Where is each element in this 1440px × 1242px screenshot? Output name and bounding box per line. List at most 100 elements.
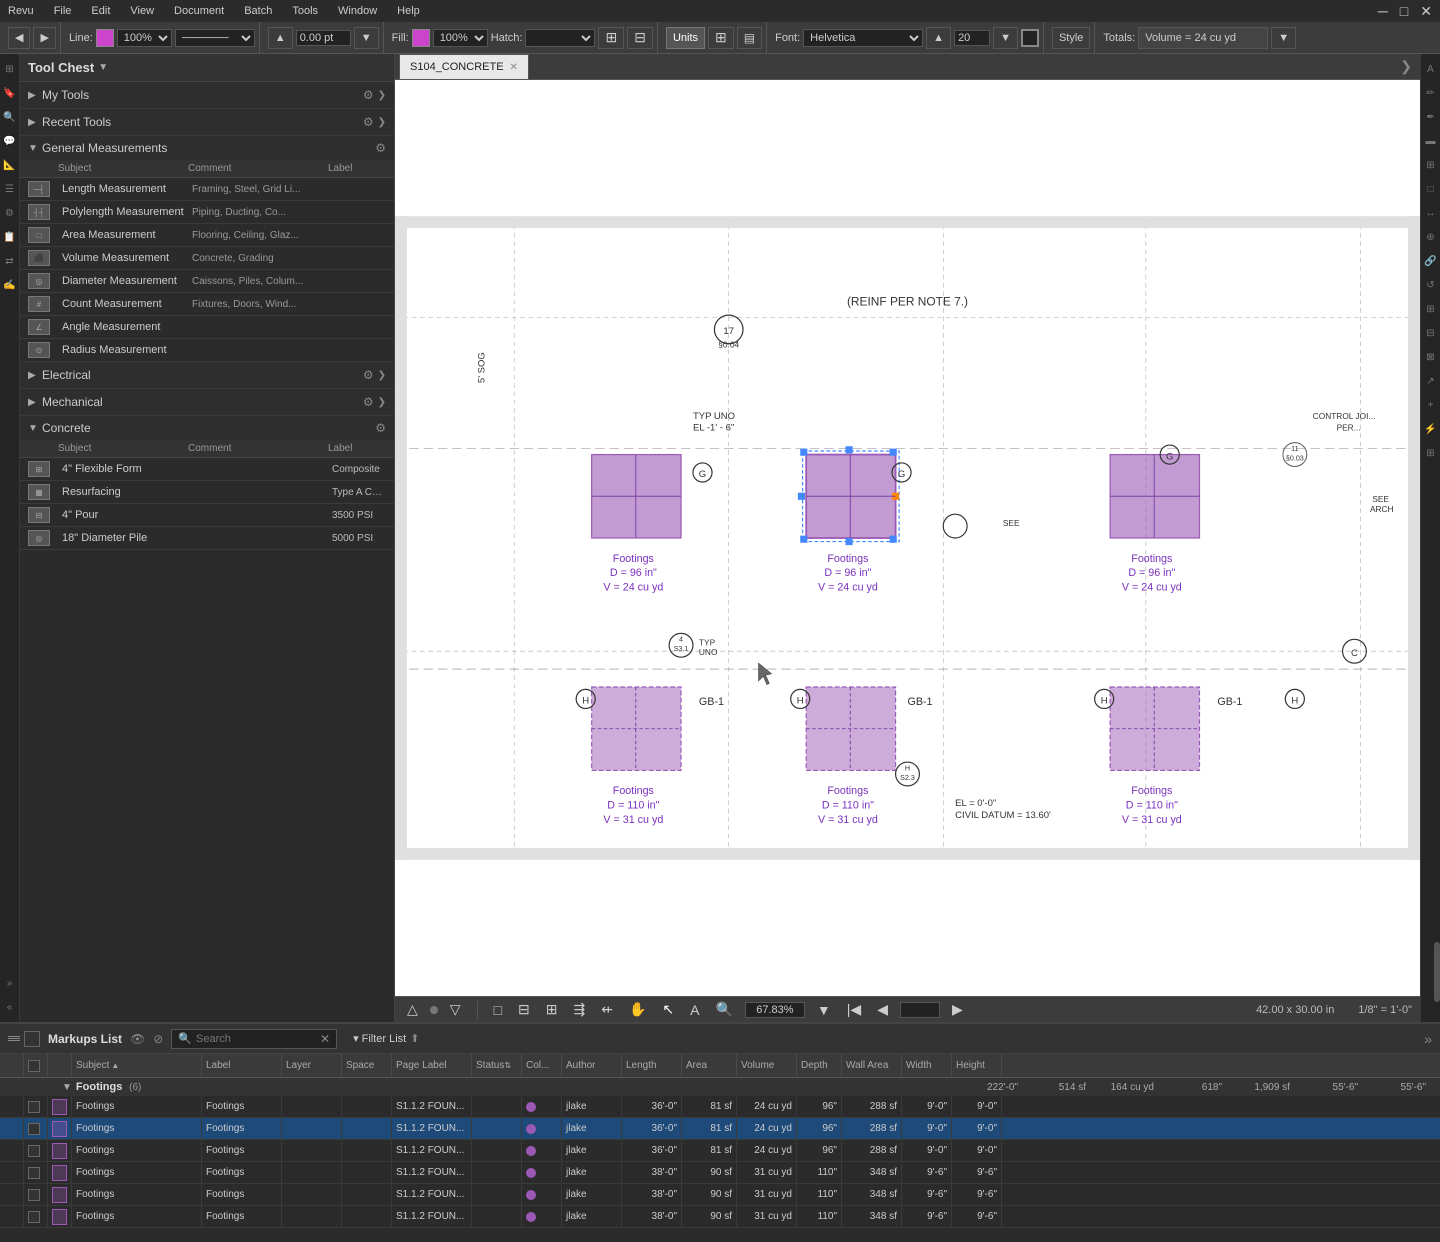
- expand-panel-icon-2[interactable]: «: [1, 998, 19, 1016]
- hamburger-icon[interactable]: [8, 1036, 20, 1041]
- header-checkbox[interactable]: [28, 1060, 40, 1072]
- fill-color-swatch[interactable]: [412, 29, 430, 47]
- concrete-tool-row-0[interactable]: ⊞ 4" Flexible Form Composite: [20, 458, 394, 481]
- select-btn[interactable]: ↖: [658, 999, 678, 1020]
- tab-close-btn[interactable]: ✕: [510, 62, 518, 73]
- concrete-tool-row-2[interactable]: ⊟ 4" Pour 3500 PSI: [20, 504, 394, 527]
- font-size-input[interactable]: [954, 30, 990, 46]
- tool-row-3[interactable]: ⬛ Volume Measurement Concrete, Grading: [20, 247, 394, 270]
- font-color-swatch[interactable]: [1021, 29, 1039, 47]
- menu-revu[interactable]: Revu: [4, 3, 38, 19]
- footing-row-0[interactable]: Footings Footings S1.1.2 FOUN... jlake 3…: [0, 1096, 1440, 1118]
- footing-row-4[interactable]: Footings Footings S1.1.2 FOUN... jlake 3…: [0, 1184, 1440, 1206]
- menu-file[interactable]: File: [50, 3, 76, 19]
- text-select-btn[interactable]: A: [686, 1000, 703, 1020]
- col-header-layer[interactable]: Layer: [282, 1054, 342, 1077]
- prev-page-btn[interactable]: |◀: [843, 999, 865, 1020]
- tab-overflow-btn[interactable]: ❯: [1400, 58, 1420, 75]
- menu-tools[interactable]: Tools: [288, 3, 322, 19]
- general-gear-icon[interactable]: ⚙: [375, 141, 386, 155]
- right-icon-link[interactable]: 🔗: [1422, 252, 1440, 270]
- filter-list-btn[interactable]: ▾ Filter List: [353, 1032, 406, 1045]
- next-btn[interactable]: ▶: [948, 999, 967, 1020]
- menu-batch[interactable]: Batch: [240, 3, 276, 19]
- drawing-canvas[interactable]: 5' SOG (REINF PER NOTE 7.) TYP UNO EL -1…: [395, 80, 1420, 996]
- expand-panel-icon[interactable]: »: [1, 974, 19, 992]
- footing-row-1[interactable]: Footings Footings S1.1.2 FOUN... jlake 3…: [0, 1118, 1440, 1140]
- row-check-1[interactable]: [24, 1118, 48, 1139]
- recent-tools-gear-icon[interactable]: ⚙: [363, 115, 374, 129]
- mechanical-section[interactable]: ▶ Mechanical ⚙ ❯: [20, 389, 394, 416]
- tool-row-4[interactable]: ◎ Diameter Measurement Caissons, Piles, …: [20, 270, 394, 293]
- menu-document[interactable]: Document: [170, 3, 228, 19]
- tool-row-6[interactable]: ∠ Angle Measurement: [20, 316, 394, 339]
- stroke-input[interactable]: [296, 30, 351, 46]
- bookmarks-icon[interactable]: 🔖: [1, 84, 19, 102]
- stroke-down[interactable]: ▼: [354, 27, 379, 49]
- right-icon-stamp[interactable]: ⊞: [1422, 156, 1440, 174]
- line-color-swatch[interactable]: [96, 29, 114, 47]
- menu-edit[interactable]: Edit: [87, 3, 114, 19]
- line-style-select[interactable]: ──────: [175, 29, 255, 47]
- my-tools-section[interactable]: ▶ My Tools ⚙ ❯: [20, 82, 394, 109]
- markups-search-clear[interactable]: ✕: [320, 1032, 330, 1046]
- forward-btn[interactable]: ▶: [33, 27, 55, 49]
- right-icon-plus[interactable]: +: [1422, 396, 1440, 414]
- rect-view-btn[interactable]: □: [490, 1000, 506, 1020]
- pan-btn[interactable]: ✋: [625, 999, 650, 1020]
- markups-grid-icon[interactable]: [24, 1031, 40, 1047]
- electrical-gear-icon[interactable]: ⚙: [363, 368, 374, 382]
- col-header-subject[interactable]: Subject ▲: [72, 1054, 202, 1077]
- maximize-btn[interactable]: □: [1396, 1, 1412, 22]
- search-doc-icon[interactable]: 🔍: [1, 108, 19, 126]
- measure-icon[interactable]: 📐: [1, 156, 19, 174]
- properties-icon[interactable]: ⚙: [1, 204, 19, 222]
- right-icon-ruler[interactable]: ⊠: [1422, 348, 1440, 366]
- footings-group-header[interactable]: ▼ Footings (6) 222'-0" 514 sf 164 cu yd …: [0, 1078, 1440, 1096]
- row-check-4[interactable]: [24, 1184, 48, 1205]
- tool-row-1[interactable]: ┤┤ Polylength Measurement Piping, Ductin…: [20, 201, 394, 224]
- col-header-page[interactable]: Page Label: [392, 1054, 472, 1077]
- concrete-gear-icon[interactable]: ⚙: [375, 421, 386, 435]
- row-check-3[interactable]: [24, 1162, 48, 1183]
- right-icon-snap[interactable]: ⊕: [1422, 228, 1440, 246]
- page-input[interactable]: [900, 1002, 940, 1018]
- right-icon-highlight[interactable]: ▬: [1422, 132, 1440, 150]
- concrete-section[interactable]: ▼ Concrete ⚙: [20, 416, 394, 440]
- minimize-btn[interactable]: ─: [1374, 1, 1392, 22]
- form-icon[interactable]: 📋: [1, 228, 19, 246]
- col-header-width[interactable]: Width: [902, 1054, 952, 1077]
- right-icon-flash[interactable]: ⚡: [1422, 420, 1440, 438]
- menu-help[interactable]: Help: [393, 3, 424, 19]
- triangle-down-btn[interactable]: ▽: [446, 999, 465, 1020]
- line-width-select[interactable]: 100%: [117, 29, 172, 47]
- tab-s104-concrete[interactable]: S104_CONCRETE ✕: [399, 54, 529, 79]
- units-btn[interactable]: Units: [666, 27, 705, 49]
- markups-search-input[interactable]: [196, 1033, 316, 1045]
- markups-visibility-icon[interactable]: 👁: [130, 1032, 145, 1046]
- snap-btn[interactable]: ▤: [737, 27, 762, 49]
- fill-pct-select[interactable]: 100%: [433, 29, 488, 47]
- right-icon-1[interactable]: A: [1422, 60, 1440, 78]
- tool-row-7[interactable]: ⊙ Radius Measurement: [20, 339, 394, 362]
- col-header-color[interactable]: Col...: [522, 1054, 562, 1077]
- style-btn[interactable]: Style: [1052, 27, 1090, 49]
- row-check-2[interactable]: [24, 1140, 48, 1161]
- hatch-select[interactable]: [525, 29, 595, 47]
- layers-icon[interactable]: ☰: [1, 180, 19, 198]
- footing-row-2[interactable]: Footings Footings S1.1.2 FOUN... jlake 3…: [0, 1140, 1440, 1162]
- right-icon-copy[interactable]: ⊞: [1422, 444, 1440, 462]
- right-icon-pen2[interactable]: ✒: [1422, 108, 1440, 126]
- menu-window[interactable]: Window: [334, 3, 381, 19]
- right-icon-grid[interactable]: ⊟: [1422, 324, 1440, 342]
- zoom-icon-btn[interactable]: 🔍: [711, 999, 736, 1020]
- menu-view[interactable]: View: [126, 3, 158, 19]
- split-view-btn[interactable]: ⊟: [514, 999, 534, 1020]
- tool-row-0[interactable]: ─┤ Length Measurement Framing, Steel, Gr…: [20, 178, 394, 201]
- zoom-dropdown[interactable]: ▼: [813, 1000, 835, 1020]
- half-view-btn[interactable]: ⊞: [542, 999, 562, 1020]
- right-icon-measure[interactable]: ↔: [1422, 204, 1440, 222]
- back-btn[interactable]: ◀: [8, 27, 30, 49]
- grid-btn[interactable]: ⊞: [708, 27, 734, 49]
- zoom-input[interactable]: [745, 1002, 805, 1018]
